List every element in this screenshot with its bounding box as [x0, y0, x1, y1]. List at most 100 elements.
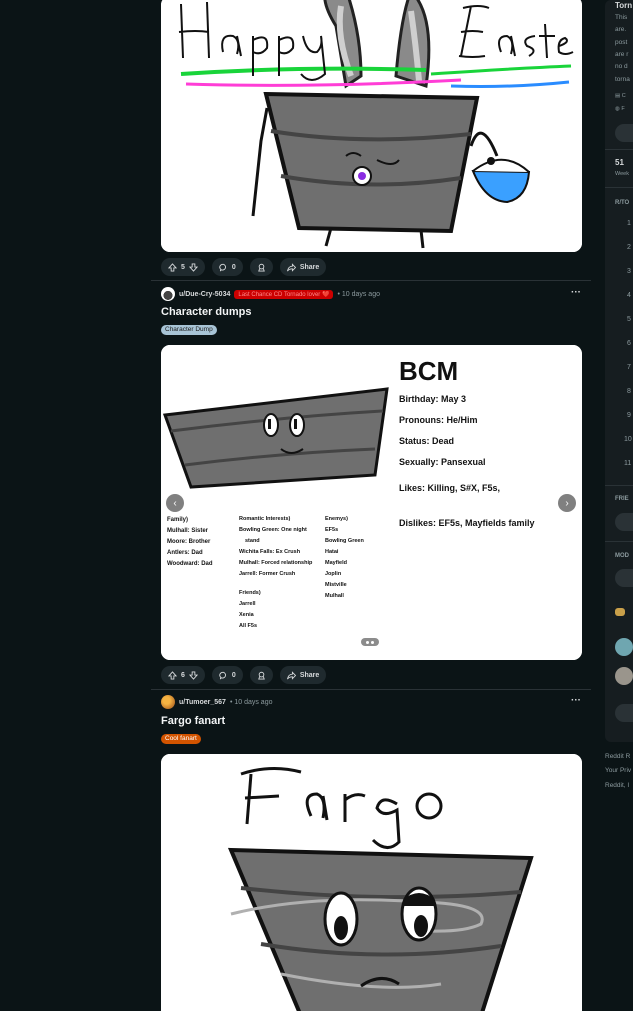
more-options-icon[interactable]: ···	[571, 287, 581, 298]
rule-item[interactable]: 9	[627, 412, 631, 419]
romantic-line: Bowling Green: One night	[239, 527, 307, 533]
friends-line: Xenia	[239, 612, 255, 618]
rule-item[interactable]: 8	[627, 388, 631, 395]
character-likes: Likes: Killing, S#X, F5s,	[399, 483, 500, 493]
comments-button[interactable]: 0	[211, 258, 243, 276]
avatar[interactable]	[161, 695, 175, 709]
vote-count: 6	[181, 671, 185, 679]
chevron-left-icon: ‹	[173, 497, 177, 509]
rules-header: R/TO	[615, 200, 630, 206]
post-meta: u/Tumoer_567 • 10 days ago	[161, 695, 273, 709]
more-options-icon[interactable]: ···	[571, 695, 581, 706]
comment-count: 0	[231, 671, 236, 679]
family-line: Woodward: Dad	[167, 561, 213, 567]
character-pronouns: Pronouns: He/Him	[399, 415, 478, 425]
cake-icon: ▤	[615, 93, 621, 99]
friends-header: FRIE	[615, 496, 629, 502]
rule-item[interactable]: 3	[627, 268, 631, 275]
romantic-line: Mulhall: Forced relationship	[239, 560, 313, 566]
character-dislikes: Dislikes: EF5s, Mayfields family	[399, 518, 535, 528]
friends-button[interactable]	[615, 513, 633, 531]
carousel-next-button[interactable]: ›	[558, 494, 576, 512]
post-flair[interactable]: Character Dump	[161, 325, 217, 335]
sidebar-divider	[605, 187, 633, 188]
username[interactable]: u/Due-Cry-5034	[179, 291, 230, 298]
downvote-icon[interactable]	[188, 670, 198, 680]
vote-control: 5	[161, 258, 205, 276]
post-image-fargo[interactable]	[161, 754, 582, 1011]
community-info-created: ▤ C	[615, 93, 626, 99]
enemy-line: Mistville	[325, 582, 347, 588]
message-mods-button[interactable]	[615, 569, 633, 587]
username[interactable]: u/Tumoer_567	[179, 699, 226, 706]
enemy-line: Bowling Green	[325, 538, 364, 544]
rule-item[interactable]: 7	[627, 364, 631, 371]
post-time: • 10 days ago	[337, 290, 380, 298]
share-icon	[286, 670, 296, 680]
avatar[interactable]	[161, 287, 175, 301]
romantic-line: Jarrell: Former Crush	[239, 571, 296, 577]
sidebar-action-button[interactable]	[615, 124, 633, 142]
family-line: Antlers: Dad	[167, 550, 203, 556]
character-dump-image: BCM Birthday: May 3 Pronouns: He/Him Sta…	[161, 345, 582, 660]
award-button[interactable]	[249, 666, 273, 684]
vote-count: 5	[181, 263, 185, 271]
footer-link[interactable]: Reddit R	[605, 753, 630, 760]
globe-icon: ◍	[615, 106, 620, 112]
character-status: Status: Dead	[399, 436, 454, 446]
sidebar-divider	[605, 149, 633, 150]
chevron-right-icon: ›	[565, 497, 569, 509]
moderator-avatar[interactable]	[615, 667, 633, 685]
user-flair: Last Chance CD Tornado lover ❤️	[234, 289, 334, 299]
comment-icon	[219, 671, 226, 679]
rule-item[interactable]: 4	[627, 292, 631, 299]
upvote-icon[interactable]	[168, 670, 177, 680]
share-button[interactable]: Share	[279, 258, 327, 276]
share-label: Share	[299, 671, 320, 679]
moderator-avatar[interactable]	[615, 638, 633, 656]
rule-item[interactable]: 2	[627, 244, 631, 251]
sidebar-divider	[605, 541, 633, 542]
post-divider	[151, 689, 591, 690]
share-button[interactable]: Share	[279, 666, 327, 684]
family-line: Mulhall: Sister	[167, 528, 209, 534]
comments-button[interactable]: 0	[211, 666, 243, 684]
post-title[interactable]: Fargo fanart	[161, 715, 225, 727]
comment-count: 0	[231, 263, 236, 271]
post-divider	[151, 280, 591, 281]
post-image-easter[interactable]	[161, 0, 582, 252]
award-button[interactable]	[249, 258, 273, 276]
friends-line: Jarrell	[239, 601, 256, 607]
created-label: C	[621, 93, 626, 99]
rule-item[interactable]: 1	[627, 220, 631, 227]
post-actions: 6 0 Share	[161, 666, 327, 684]
rule-item[interactable]: 5	[627, 316, 631, 323]
character-birthday: Birthday: May 3	[399, 394, 466, 404]
character-name: BCM	[399, 356, 458, 386]
community-title: Torn	[615, 1, 633, 10]
weekly-stat-value: 51	[615, 158, 624, 167]
enemy-line: Mayfield	[325, 560, 347, 566]
post-flair[interactable]: Cool fanart	[161, 734, 201, 744]
carousel-dots	[361, 638, 379, 646]
rule-item[interactable]: 6	[627, 340, 631, 347]
community-description-line: post	[615, 39, 628, 46]
award-icon	[257, 671, 265, 680]
share-icon	[286, 262, 296, 272]
enemy-line: Hatai	[325, 549, 339, 555]
moderators-header: MOD	[615, 553, 629, 559]
post-title[interactable]: Character dumps	[161, 306, 251, 318]
rule-item[interactable]: 11	[624, 460, 631, 467]
footer-link[interactable]: Your Priv	[605, 767, 631, 774]
enemy-line: EF5s	[325, 527, 338, 533]
upvote-icon[interactable]	[168, 262, 177, 272]
post-image-character-dump[interactable]: BCM Birthday: May 3 Pronouns: He/Him Sta…	[161, 345, 582, 660]
community-description-line: no d	[615, 63, 628, 70]
moderator-avatar[interactable]	[615, 608, 625, 616]
friends-line: All F5s	[239, 623, 257, 629]
character-sexuality: Sexually: Pansexual	[399, 457, 486, 467]
carousel-prev-button[interactable]: ‹	[166, 494, 184, 512]
view-all-mods-button[interactable]	[615, 704, 633, 722]
downvote-icon[interactable]	[188, 262, 198, 272]
rule-item[interactable]: 10	[624, 436, 632, 443]
